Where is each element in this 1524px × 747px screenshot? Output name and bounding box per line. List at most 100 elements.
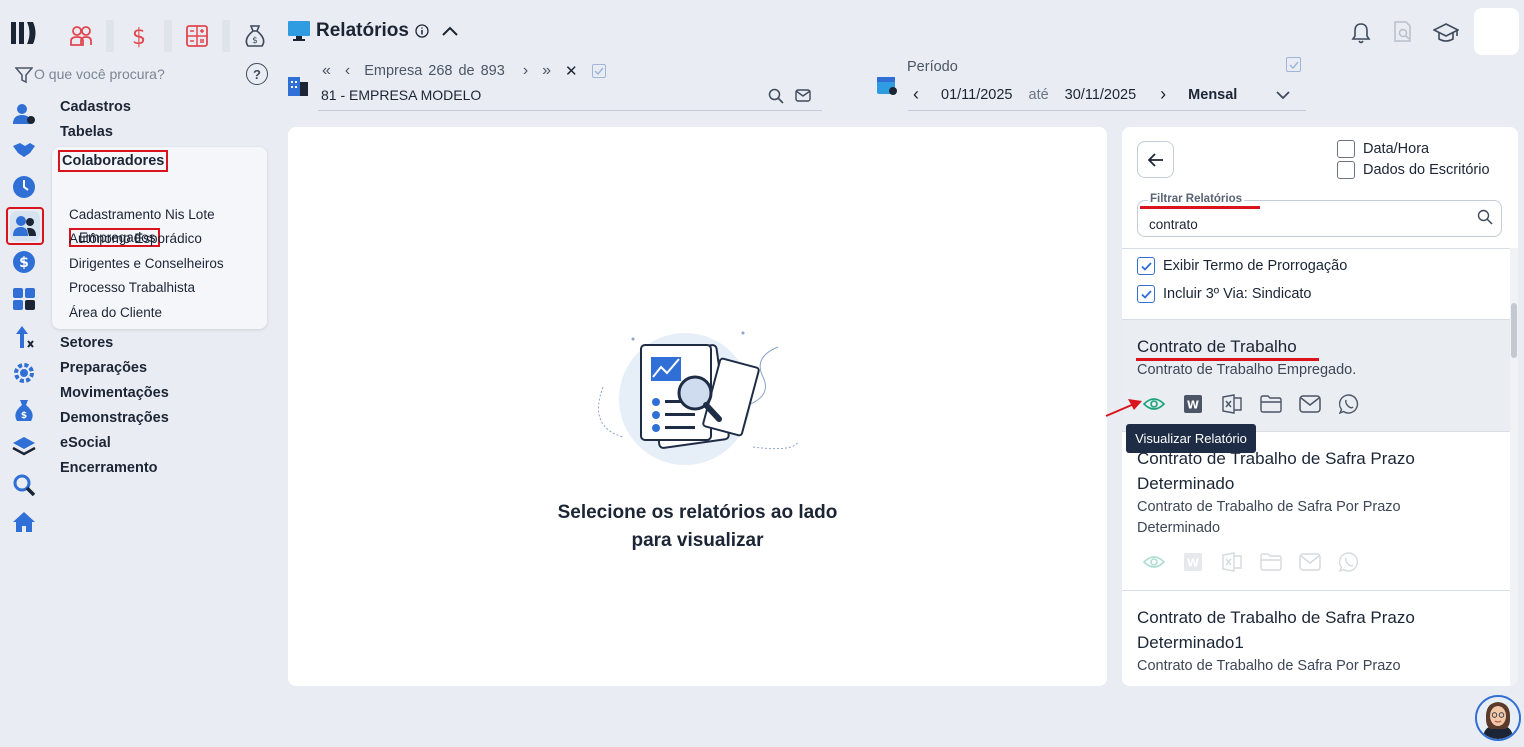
graduation-cap-icon[interactable] bbox=[1432, 23, 1460, 48]
whatsapp-icon[interactable] bbox=[1336, 551, 1362, 573]
user-avatar-box[interactable] bbox=[1474, 8, 1519, 55]
filter-search-icon[interactable] bbox=[1477, 209, 1493, 230]
option-label: Dados do Escritório bbox=[1363, 162, 1490, 178]
checkbox-checked[interactable] bbox=[1137, 257, 1155, 275]
last-icon[interactable]: » bbox=[542, 62, 551, 80]
user-settings-icon[interactable] bbox=[9, 99, 39, 129]
report-item[interactable]: Contrato de Trabalho Contrato de Trabalh… bbox=[1122, 319, 1510, 432]
checkbox[interactable] bbox=[1337, 140, 1355, 158]
whatsapp-icon[interactable] bbox=[1336, 393, 1362, 415]
search-icon[interactable] bbox=[9, 470, 39, 500]
people-icon[interactable] bbox=[62, 20, 100, 52]
menu-colaboradores[interactable]: Colaboradores bbox=[58, 150, 169, 172]
empresa-name[interactable]: 81 - EMPRESA MODELO bbox=[321, 87, 481, 103]
eye-icon[interactable] bbox=[1141, 551, 1167, 573]
menu-setores[interactable]: Setores bbox=[60, 335, 113, 351]
submenu-cadastramento-nis[interactable]: Cadastramento Nis Lote bbox=[69, 207, 215, 222]
checkbox[interactable] bbox=[1337, 161, 1355, 179]
dollar-sign-icon[interactable]: $ bbox=[120, 20, 158, 52]
option-label: Data/Hora bbox=[1363, 141, 1430, 157]
menu-esocial[interactable]: eSocial bbox=[60, 435, 111, 451]
menu-preparacoes[interactable]: Preparações bbox=[60, 360, 147, 376]
document-search-icon[interactable] bbox=[1393, 21, 1413, 48]
handshake-icon[interactable] bbox=[9, 135, 39, 165]
menu-demonstracoes[interactable]: Demonstrações bbox=[60, 410, 169, 426]
assistant-avatar[interactable] bbox=[1475, 695, 1521, 741]
menu-tabelas[interactable]: Tabelas bbox=[60, 124, 113, 140]
option-label: Incluir 3º Via: Sindicato bbox=[1163, 286, 1312, 302]
periodo-row: ‹ 01/11/2025 até 30/11/2025 › Mensal bbox=[908, 84, 1291, 105]
submenu-dirigentes[interactable]: Dirigentes e Conselheiros bbox=[69, 256, 224, 271]
periodo-checkbox[interactable] bbox=[1286, 57, 1301, 72]
money-bag-icon[interactable]: $ bbox=[9, 396, 39, 426]
mail-icon[interactable] bbox=[795, 89, 811, 107]
option-terceira-via[interactable]: Incluir 3º Via: Sindicato bbox=[1137, 285, 1312, 303]
report-item[interactable]: Contrato de Trabalho de Safra Prazo Dete… bbox=[1122, 432, 1510, 591]
layers-icon[interactable] bbox=[9, 432, 39, 462]
next-icon[interactable]: › bbox=[523, 62, 528, 80]
info-icon[interactable] bbox=[415, 24, 429, 38]
empresa-label: Empresa bbox=[364, 63, 423, 79]
back-button[interactable] bbox=[1137, 141, 1174, 178]
submenu-autonomo[interactable]: Autônomo Esporádico bbox=[69, 231, 202, 246]
word-icon[interactable]: W bbox=[1180, 551, 1206, 573]
search-input[interactable]: O que você procura? bbox=[34, 66, 165, 82]
excel-icon[interactable] bbox=[1219, 393, 1245, 415]
dollar-icon[interactable]: $ bbox=[9, 247, 39, 277]
monitor-icon bbox=[288, 21, 310, 41]
report-actions: W bbox=[1141, 393, 1362, 415]
global-search[interactable]: O que você procura? ? bbox=[14, 62, 270, 86]
scrollbar[interactable] bbox=[1510, 248, 1518, 686]
submenu-processo[interactable]: Processo Trabalhista bbox=[69, 280, 195, 295]
option-datahora[interactable]: Data/Hora bbox=[1337, 140, 1429, 158]
menu-movimentacoes[interactable]: Movimentações bbox=[60, 385, 169, 401]
collaborators-icon[interactable] bbox=[6, 207, 44, 245]
submenu-area-cliente[interactable]: Área do Cliente bbox=[69, 305, 162, 320]
home-icon[interactable] bbox=[9, 507, 39, 537]
excel-icon[interactable] bbox=[1219, 551, 1245, 573]
periodo-prev-icon[interactable]: ‹ bbox=[913, 84, 919, 105]
arrow-up-icon[interactable] bbox=[9, 322, 39, 352]
svg-text:W: W bbox=[1187, 557, 1199, 570]
help-icon[interactable]: ? bbox=[246, 63, 268, 85]
email-icon[interactable] bbox=[1297, 393, 1323, 415]
folder-icon[interactable] bbox=[1258, 393, 1284, 415]
empty-state-line2: para visualizar bbox=[631, 530, 764, 551]
chevron-down-icon[interactable] bbox=[1275, 90, 1291, 100]
periodo-mode[interactable]: Mensal bbox=[1188, 87, 1237, 103]
periodo-next-icon[interactable]: › bbox=[1160, 84, 1166, 105]
report-desc-cont: Determinado bbox=[1137, 520, 1221, 536]
first-icon[interactable]: « bbox=[322, 62, 331, 80]
periodo-start[interactable]: 01/11/2025 bbox=[941, 87, 1013, 103]
money-bag-outline-icon[interactable]: $ bbox=[236, 20, 274, 52]
report-title-cont: Determinado bbox=[1137, 474, 1235, 493]
close-icon[interactable]: ✕ bbox=[565, 62, 578, 80]
email-icon[interactable] bbox=[1297, 551, 1323, 573]
tooltip: Visualizar Relatório bbox=[1126, 424, 1256, 453]
report-item[interactable]: Contrato de Trabalho de Safra Prazo Dete… bbox=[1122, 591, 1510, 686]
svg-text:W: W bbox=[1187, 399, 1199, 412]
clock-icon[interactable] bbox=[9, 172, 39, 202]
empresa-nav: « ‹ Empresa 268 de 893 › » ✕ bbox=[322, 62, 620, 80]
option-label: Exibir Termo de Prorrogação bbox=[1163, 258, 1348, 274]
prev-icon[interactable]: ‹ bbox=[345, 62, 350, 80]
option-dados-escritorio[interactable]: Dados do Escritório bbox=[1337, 161, 1490, 179]
word-icon[interactable]: W bbox=[1180, 393, 1206, 415]
periodo-end[interactable]: 30/11/2025 bbox=[1065, 87, 1137, 103]
report-list-panel: Data/Hora Dados do Escritório contrato F… bbox=[1122, 127, 1518, 686]
bell-icon[interactable] bbox=[1350, 22, 1372, 49]
submenu-panel: Empregados Cadastramento Nis Lote Autôno… bbox=[52, 147, 267, 329]
app-logo[interactable] bbox=[11, 20, 39, 51]
folder-icon[interactable] bbox=[1258, 551, 1284, 573]
svg-text:$: $ bbox=[252, 36, 258, 46]
select-checkbox[interactable] bbox=[591, 64, 606, 78]
menu-cadastros[interactable]: Cadastros bbox=[60, 99, 131, 115]
calculator-red-icon[interactable] bbox=[178, 20, 216, 52]
chevron-up-icon[interactable] bbox=[441, 25, 459, 37]
calculator-icon[interactable] bbox=[9, 284, 39, 314]
menu-encerramento[interactable]: Encerramento bbox=[60, 460, 158, 476]
option-termo-prorrogacao[interactable]: Exibir Termo de Prorrogação bbox=[1137, 257, 1347, 275]
checkbox-checked[interactable] bbox=[1137, 285, 1155, 303]
gear-icon[interactable] bbox=[9, 358, 39, 388]
search-empresa-icon[interactable] bbox=[768, 88, 784, 109]
